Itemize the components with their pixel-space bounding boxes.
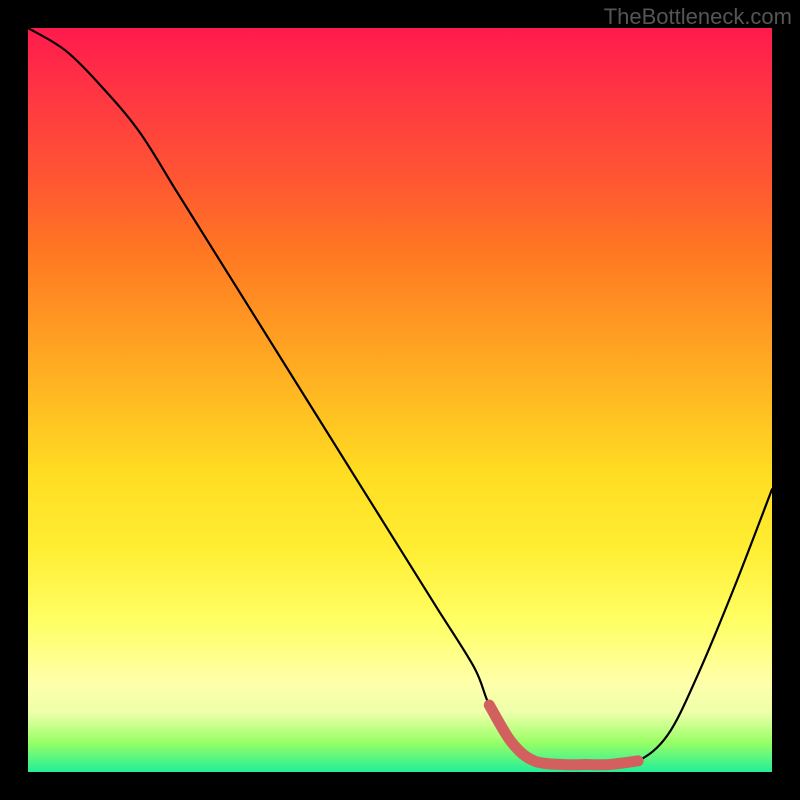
chart-container: TheBottleneck.com <box>0 0 800 800</box>
highlight-segment-path <box>489 705 638 765</box>
watermark-text: TheBottleneck.com <box>604 4 792 30</box>
chart-svg <box>28 28 772 772</box>
plot-area <box>28 28 772 772</box>
bottleneck-curve-path <box>28 28 772 765</box>
